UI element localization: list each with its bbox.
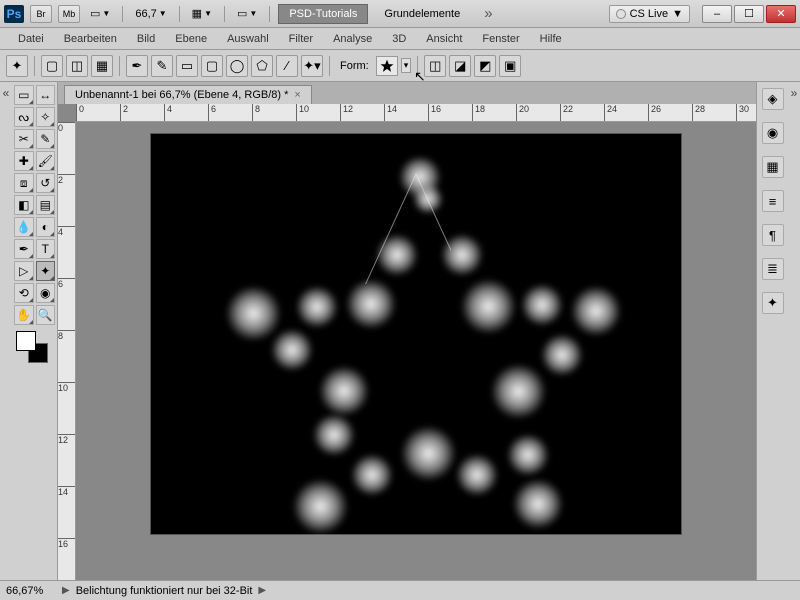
workspace-more-icon[interactable]: »	[476, 5, 500, 22]
color-swatches[interactable]	[14, 329, 52, 363]
status-zoom[interactable]: 66,67%	[6, 585, 56, 597]
menu-hilfe[interactable]: Hilfe	[530, 30, 572, 48]
document-tabs: Unbenannt-1 bei 66,7% (Ebene 4, RGB/8) *…	[58, 82, 756, 104]
document-tab-label: Unbenannt-1 bei 66,7% (Ebene 4, RGB/8) *	[75, 89, 288, 101]
minimize-button[interactable]: –	[702, 5, 732, 23]
tool-type[interactable]: T	[36, 239, 56, 259]
tool-zoom[interactable]: 🔍	[36, 305, 56, 325]
line-icon[interactable]: ∕	[276, 55, 298, 77]
tool-lasso[interactable]: ᔓ	[14, 107, 34, 127]
status-bar: 66,67% ▶ Belichtung funktioniert nur bei…	[0, 580, 800, 600]
menu-auswahl[interactable]: Auswahl	[217, 30, 279, 48]
tool-heal[interactable]: ✚	[14, 151, 34, 171]
freeform-pen-icon[interactable]: ✎	[151, 55, 173, 77]
tool-hand[interactable]: ✋	[14, 305, 34, 325]
right-panel-strip: ◈ ◉ ▦ ≡ ¶ ≣ ✦	[756, 82, 788, 580]
work-area: « ▭↔ ᔓ✧ ✂✎ ✚🖌 ⧈↺ ◧▤ 💧◐ ✒T ▷✦ ⟲◉ ✋🔍 Unben…	[0, 82, 800, 580]
fill-pixels-icon[interactable]: ▦	[91, 55, 113, 77]
close-button[interactable]: ✕	[766, 5, 796, 23]
canvas[interactable]	[151, 134, 681, 534]
tool-brush[interactable]: 🖌	[36, 151, 56, 171]
ellipse-icon[interactable]: ◯	[226, 55, 248, 77]
photoshop-logo: Ps	[4, 5, 24, 23]
options-bar: ✦ ▢ ◫ ▦ ✒ ✎ ▭ ▢ ◯ ⬠ ∕ ✦▾ Form: ▾ ◫ ◪ ◩ ▣	[0, 50, 800, 82]
custom-shape-icon[interactable]: ✦▾	[301, 55, 323, 77]
tool-dodge[interactable]: ◐	[36, 217, 56, 237]
tool-blur[interactable]: 💧	[14, 217, 34, 237]
polygon-icon[interactable]: ⬠	[251, 55, 273, 77]
canvas-viewport[interactable]	[76, 122, 756, 580]
menu-datei[interactable]: Datei	[8, 30, 54, 48]
canvas-column: Unbenannt-1 bei 66,7% (Ebene 4, RGB/8) *…	[58, 82, 756, 580]
arrange-dropdown[interactable]: ▦▼	[188, 5, 216, 22]
intersect-icon[interactable]: ◩	[474, 55, 496, 77]
shape-dropdown-arrow[interactable]: ▾	[401, 58, 412, 73]
left-collapse-strip[interactable]: «	[0, 82, 12, 580]
menu-ebene[interactable]: Ebene	[165, 30, 217, 48]
tool-marquee[interactable]: ▭	[14, 85, 34, 105]
shape-layers-icon[interactable]: ▢	[41, 55, 63, 77]
tool-wand[interactable]: ✧	[36, 107, 56, 127]
tool-pen[interactable]: ✒	[14, 239, 34, 259]
rounded-rect-icon[interactable]: ▢	[201, 55, 223, 77]
document-tab[interactable]: Unbenannt-1 bei 66,7% (Ebene 4, RGB/8) *…	[64, 85, 312, 104]
extras-dropdown[interactable]: ▭▼	[233, 5, 261, 22]
workspace-grundelemente[interactable]: Grundelemente	[374, 5, 470, 23]
ruler-vertical: 0246810121416	[58, 122, 76, 580]
menu-fenster[interactable]: Fenster	[472, 30, 529, 48]
tool-eyedropper[interactable]: ✎	[36, 129, 56, 149]
tool-3d-orbit[interactable]: ◉	[36, 283, 56, 303]
toolbox: ▭↔ ᔓ✧ ✂✎ ✚🖌 ⧈↺ ◧▤ 💧◐ ✒T ▷✦ ⟲◉ ✋🔍	[12, 82, 58, 580]
tool-preset-icon[interactable]: ✦	[6, 55, 28, 77]
tool-custom-shape[interactable]: ✦	[36, 261, 56, 281]
tool-crop[interactable]: ✂	[14, 129, 34, 149]
panel-adjustments-icon[interactable]: ≡	[762, 190, 784, 212]
menu-ansicht[interactable]: Ansicht	[416, 30, 472, 48]
tool-stamp[interactable]: ⧈	[14, 173, 34, 193]
foreground-color[interactable]	[16, 331, 36, 351]
menu-bar: Datei Bearbeiten Bild Ebene Auswahl Filt…	[0, 28, 800, 50]
status-arrow-icon[interactable]: ▶	[62, 585, 70, 596]
combine-icon[interactable]: ◫	[424, 55, 446, 77]
subtract-icon[interactable]: ◪	[449, 55, 471, 77]
exclude-icon[interactable]: ▣	[499, 55, 521, 77]
tool-gradient[interactable]: ▤	[36, 195, 56, 215]
paths-icon[interactable]: ◫	[66, 55, 88, 77]
title-bar: Ps Br Mb ▭▼ 66,7▼ ▦▼ ▭▼ PSD-Tutorials Gr…	[0, 0, 800, 28]
status-message: Belichtung funktioniert nur bei 32-Bit	[76, 585, 253, 597]
menu-3d[interactable]: 3D	[382, 30, 416, 48]
right-collapse-strip[interactable]: »	[788, 82, 800, 580]
pen-icon[interactable]: ✒	[126, 55, 148, 77]
menu-filter[interactable]: Filter	[279, 30, 323, 48]
panel-layers-icon[interactable]: ◈	[762, 88, 784, 110]
tool-move[interactable]: ↔	[36, 85, 56, 105]
chevron-left-icon: «	[3, 86, 10, 100]
minibridge-button[interactable]: Mb	[58, 5, 80, 23]
cs-live-button[interactable]: CS Live▼	[609, 5, 690, 23]
menu-bild[interactable]: Bild	[127, 30, 165, 48]
menu-analyse[interactable]: Analyse	[323, 30, 382, 48]
panel-paragraph-icon[interactable]: ≣	[762, 258, 784, 280]
zoom-dropdown[interactable]: 66,7▼	[131, 6, 170, 22]
maximize-button[interactable]: ☐	[734, 5, 764, 23]
panel-swatches-icon[interactable]: ▦	[762, 156, 784, 178]
panel-presets-icon[interactable]: ✦	[762, 292, 784, 314]
screen-mode-dropdown[interactable]: ▭▼	[86, 5, 114, 22]
tool-eraser[interactable]: ◧	[14, 195, 34, 215]
shape-picker-star[interactable]	[376, 56, 398, 76]
panel-color-icon[interactable]: ◉	[762, 122, 784, 144]
form-label: Form:	[336, 60, 373, 72]
rect-icon[interactable]: ▭	[176, 55, 198, 77]
bridge-button[interactable]: Br	[30, 5, 52, 23]
close-tab-icon[interactable]: ×	[294, 89, 300, 101]
status-arrow2-icon[interactable]: ▶	[258, 585, 266, 596]
chevron-right-icon: »	[791, 86, 798, 100]
tool-path-select[interactable]: ▷	[14, 261, 34, 281]
workspace-button[interactable]: PSD-Tutorials	[278, 4, 368, 24]
ruler-horizontal: 024681012141618202224262830	[76, 104, 756, 122]
tool-history-brush[interactable]: ↺	[36, 173, 56, 193]
menu-bearbeiten[interactable]: Bearbeiten	[54, 30, 127, 48]
tool-3d-rotate[interactable]: ⟲	[14, 283, 34, 303]
panel-character-icon[interactable]: ¶	[762, 224, 784, 246]
